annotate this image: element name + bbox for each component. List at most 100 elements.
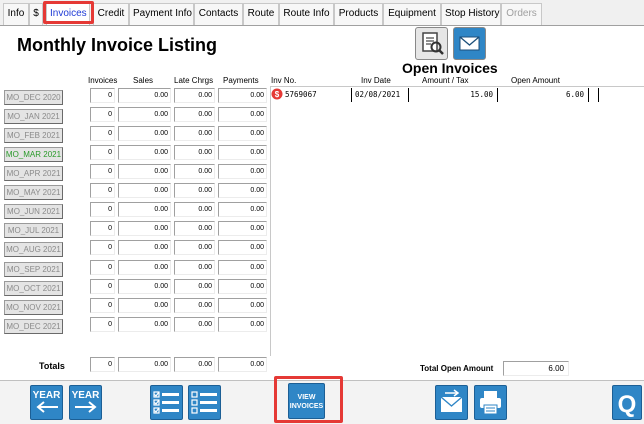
month-invoices-cell: 0	[90, 88, 115, 103]
checklist-button[interactable]	[150, 385, 183, 420]
send-email-icon	[440, 389, 463, 412]
month-sales-cell: 0.00	[118, 221, 171, 236]
month-invoices-cell: 0	[90, 221, 115, 236]
tab-invoices[interactable]: Invoices	[46, 3, 90, 25]
month-button[interactable]: MO_APR 2021	[4, 166, 63, 181]
month-button[interactable]: MO_FEB 2021	[4, 128, 63, 143]
svg-text:Q: Q	[618, 391, 637, 418]
previous-year-button[interactable]: YEAR	[30, 385, 63, 420]
month-payments-cell: 0.00	[218, 164, 267, 179]
month-payments-cell: 0.00	[218, 202, 267, 217]
header-amount-tax: Amount / Tax	[422, 76, 469, 85]
month-button[interactable]: MO_JUN 2021	[4, 204, 63, 219]
month-payments-cell: 0.00	[218, 183, 267, 198]
next-year-label: YEAR	[71, 390, 100, 401]
totals-late-cell: 0.00	[174, 357, 215, 372]
month-button[interactable]: MO_SEP 2021	[4, 262, 63, 277]
month-sales-cell: 0.00	[118, 240, 171, 255]
month-invoices-cell: 0	[90, 317, 115, 332]
arrow-left-icon	[35, 401, 58, 413]
header-open-amount: Open Amount	[511, 76, 560, 85]
month-button[interactable]: MO_AUG 2021	[4, 242, 63, 257]
view-invoices-label-1: VIEW	[297, 394, 316, 401]
open-invoice-date: 02/08/2021	[354, 88, 409, 102]
open-invoices-title: Open Invoices	[402, 60, 498, 76]
quick-search-button[interactable]: Q	[612, 385, 642, 420]
month-button[interactable]: MO_JUL 2021	[4, 223, 63, 238]
print-icon	[480, 391, 501, 415]
month-late-cell: 0.00	[174, 183, 215, 198]
month-sales-cell: 0.00	[118, 298, 171, 313]
tab-credit[interactable]: Credit	[93, 3, 129, 25]
email-icon	[459, 36, 480, 51]
month-button[interactable]: MO_JAN 2021	[4, 109, 63, 124]
open-invoice-number: 5769067	[284, 88, 352, 102]
header-inv-no: Inv No.	[271, 76, 297, 85]
header-sales: Sales	[133, 76, 154, 85]
month-payments-cell: 0.00	[218, 298, 267, 313]
month-late-cell: 0.00	[174, 260, 215, 275]
month-sales-cell: 0.00	[118, 260, 171, 275]
month-payments-cell: 0.00	[218, 126, 267, 141]
month-button[interactable]: MO_OCT 2021	[4, 281, 63, 296]
header-invoices: Invoices	[88, 76, 118, 85]
month-payments-cell: 0.00	[218, 221, 267, 236]
month-invoices-cell: 0	[90, 107, 115, 122]
month-button[interactable]: MO_NOV 2021	[4, 300, 63, 315]
open-invoice-amount: 15.00	[411, 88, 498, 102]
month-late-cell: 0.00	[174, 298, 215, 313]
month-invoices-cell: 0	[90, 126, 115, 141]
month-late-cell: 0.00	[174, 317, 215, 332]
tab-contacts[interactable]: Contacts	[194, 3, 243, 25]
month-sales-cell: 0.00	[118, 183, 171, 198]
month-button[interactable]: MO_MAY 2021	[4, 185, 63, 200]
print-button[interactable]	[474, 385, 507, 420]
month-invoices-cell: 0	[90, 298, 115, 313]
view-invoices-label-2: INVOICES	[289, 403, 324, 410]
month-button[interactable]: MO_DEC 2020	[4, 90, 63, 105]
month-late-cell: 0.00	[174, 202, 215, 217]
month-sales-cell: 0.00	[118, 126, 171, 141]
next-year-button[interactable]: YEAR	[69, 385, 102, 420]
tab-equipment[interactable]: Equipment	[383, 3, 441, 25]
total-open-amount-value: 6.00	[503, 361, 569, 376]
month-sales-cell: 0.00	[118, 202, 171, 217]
email-button[interactable]	[453, 27, 486, 60]
view-invoices-button[interactable]: VIEW INVOICES	[288, 383, 325, 419]
month-sales-cell: 0.00	[118, 317, 171, 332]
header-late-chrgs: Late Chrgs	[174, 76, 214, 85]
month-invoices-cell: 0	[90, 260, 115, 275]
month-payments-cell: 0.00	[218, 88, 267, 103]
page-title: Monthly Invoice Listing	[17, 35, 218, 55]
search-document-icon	[422, 32, 444, 55]
month-sales-cell: 0.00	[118, 145, 171, 160]
month-late-cell: 0.00	[174, 279, 215, 294]
previous-year-label: YEAR	[32, 390, 61, 401]
tab-products[interactable]: Products	[334, 3, 383, 25]
header-inv-date: Inv Date	[361, 76, 391, 85]
month-invoices-cell: 0	[90, 202, 115, 217]
search-document-button[interactable]	[415, 27, 448, 60]
open-invoice-extra-cell	[591, 88, 599, 102]
month-invoices-cell: 0	[90, 240, 115, 255]
dollar-icon: $	[271, 88, 283, 100]
totals-label: Totals	[39, 361, 65, 371]
tab-stop-history[interactable]: Stop History	[441, 3, 501, 25]
arrow-right-icon	[74, 401, 97, 413]
month-late-cell: 0.00	[174, 145, 215, 160]
tab-info[interactable]: Info	[3, 3, 29, 25]
month-sales-cell: 0.00	[118, 164, 171, 179]
list-button[interactable]	[188, 385, 221, 420]
month-late-cell: 0.00	[174, 126, 215, 141]
tab-route[interactable]: Route	[243, 3, 279, 25]
tab-route-info[interactable]: Route Info	[279, 3, 334, 25]
month-button-current[interactable]: MO_MAR 2021	[4, 147, 63, 162]
tab-dollar[interactable]: $	[29, 3, 43, 25]
open-invoices-panel	[270, 86, 644, 356]
month-button[interactable]: MO_DEC 2021	[4, 319, 63, 334]
month-invoices-cell: 0	[90, 164, 115, 179]
tab-payment-info[interactable]: Payment Info	[129, 3, 194, 25]
month-late-cell: 0.00	[174, 221, 215, 236]
send-email-button[interactable]	[435, 385, 468, 420]
month-payments-cell: 0.00	[218, 260, 267, 275]
